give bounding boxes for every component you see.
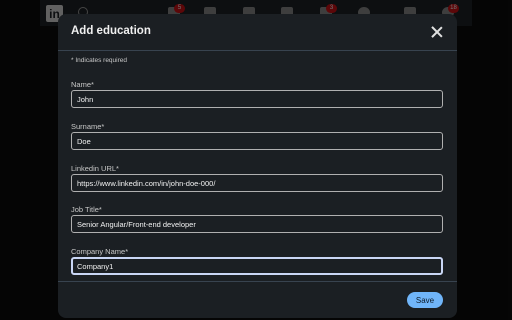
modal-footer: Save (58, 281, 457, 318)
surname-label: Surname* (71, 122, 105, 131)
job-title-label: Job Title* (71, 205, 102, 214)
name-label: Name* (71, 80, 94, 89)
modal-title: Add education (71, 25, 151, 37)
add-education-modal: Add education * Indicates required Name*… (58, 14, 457, 318)
job-title-input[interactable] (71, 215, 443, 233)
linkedin-url-label: Linkedin URL* (71, 164, 119, 173)
linkedin-url-input[interactable] (71, 174, 443, 192)
close-icon[interactable] (430, 25, 444, 39)
company-name-label: Company Name* (71, 247, 129, 256)
modal-header: Add education (58, 14, 457, 51)
save-button[interactable]: Save (407, 292, 443, 308)
name-input[interactable] (71, 90, 443, 108)
surname-input[interactable] (71, 132, 443, 150)
company-name-input[interactable] (71, 257, 443, 275)
required-note: * Indicates required (71, 57, 128, 64)
